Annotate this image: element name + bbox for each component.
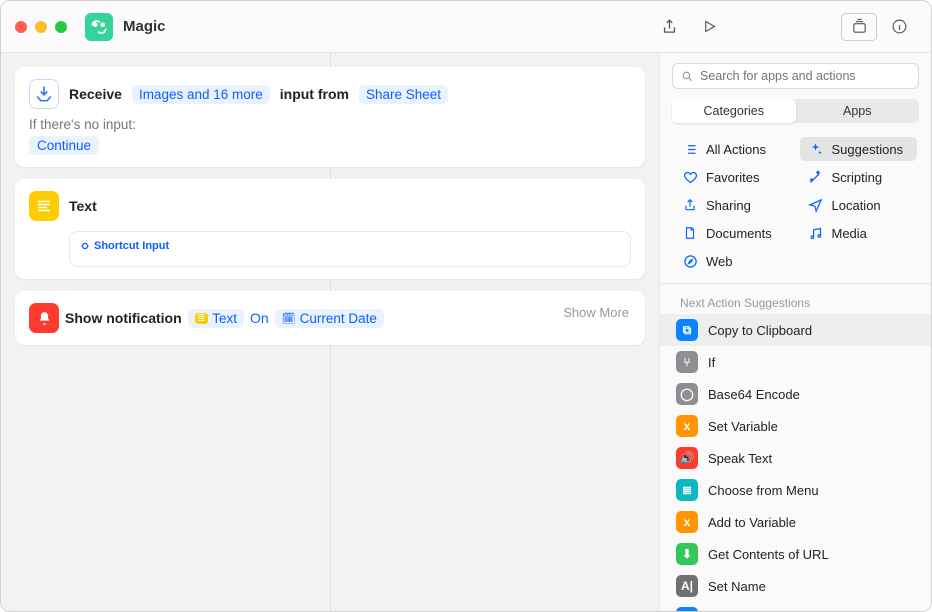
minimize-window-button[interactable]: [35, 21, 47, 33]
safari-icon: [682, 253, 698, 269]
actions-sidebar: Categories Apps All Actions Suggestions Fa…: [659, 53, 931, 611]
heart-icon: [682, 169, 698, 185]
show-notification-action[interactable]: Show More Show notification ≣ Text On �: [15, 291, 645, 345]
search-icon: [681, 70, 694, 83]
suggestion-speak-text[interactable]: 🔊Speak Text: [660, 442, 931, 474]
category-sharing[interactable]: Sharing: [674, 193, 792, 217]
nav-icon: [808, 197, 824, 213]
category-documents[interactable]: Documents: [674, 221, 792, 245]
text-action-title: Text: [69, 198, 97, 214]
suggestions-header: Next Action Suggestions: [660, 284, 931, 314]
library-button[interactable]: [841, 13, 877, 41]
suggestion-base64-encode[interactable]: ◯Base64 Encode: [660, 378, 931, 410]
suggestion-icon: x: [676, 511, 698, 533]
close-window-button[interactable]: [15, 21, 27, 33]
notification-text-token[interactable]: ≣ Text: [188, 309, 244, 328]
input-types-token[interactable]: Images and 16 more: [132, 85, 270, 104]
fullscreen-window-button[interactable]: [55, 21, 67, 33]
doc-icon: [682, 225, 698, 241]
input-source-token[interactable]: Share Sheet: [359, 85, 448, 104]
text-action[interactable]: Text Shortcut Input: [15, 179, 645, 279]
category-media[interactable]: Media: [800, 221, 918, 245]
text-icon: [29, 191, 59, 221]
no-input-action-token[interactable]: Continue: [29, 136, 99, 155]
suggestion-if[interactable]: ⑂If: [660, 346, 931, 378]
search-field[interactable]: [672, 63, 919, 89]
receive-verb: Receive: [69, 86, 122, 102]
run-button[interactable]: [691, 13, 727, 41]
shortcut-title: Magic: [123, 18, 166, 35]
app-window: Magic: [0, 0, 932, 612]
suggestion-icon: x: [676, 415, 698, 437]
input-from-label: input from: [280, 86, 349, 102]
suggestions-list: ⧉Copy to Clipboard⑂If◯Base64 EncodexSet …: [660, 314, 931, 611]
sparkle-icon: [808, 141, 824, 157]
suggestion-add-to-variable[interactable]: xAdd to Variable: [660, 506, 931, 538]
list-icon: [682, 141, 698, 157]
text-field[interactable]: Shortcut Input: [69, 231, 631, 267]
notification-date-token[interactable]: 🗓 Current Date: [275, 309, 384, 328]
notification-title: Show notification: [65, 310, 182, 326]
suggestion-icon: ⬇: [676, 543, 698, 565]
no-input-label: If there's no input:: [29, 117, 631, 132]
music-icon: [808, 225, 824, 241]
share-icon: [682, 197, 698, 213]
category-favorites[interactable]: Favorites: [674, 165, 792, 189]
suggestion-icon: A|: [676, 575, 698, 597]
input-icon: [29, 79, 59, 109]
workflow-editor: Receive Images and 16 more input from Sh…: [1, 53, 659, 611]
window-controls: [15, 21, 67, 33]
sidebar-segmented-control[interactable]: Categories Apps: [672, 99, 919, 123]
category-location[interactable]: Location: [800, 193, 918, 217]
suggestion-set-name[interactable]: A|Set Name: [660, 570, 931, 602]
shortcut-input-variable[interactable]: Shortcut Input: [80, 240, 169, 252]
suggestion-icon: ⬒: [676, 607, 698, 611]
categories-grid: All Actions Suggestions Favorites Scripting…: [660, 131, 931, 284]
suggestion-set-variable[interactable]: xSet Variable: [660, 410, 931, 442]
category-scripting[interactable]: Scripting: [800, 165, 918, 189]
category-all-actions[interactable]: All Actions: [674, 137, 792, 161]
suggestion-copy-to-clipboard[interactable]: ⧉Copy to Clipboard: [660, 314, 931, 346]
suggestion-icon: ⑂: [676, 351, 698, 373]
suggestion-show-alert[interactable]: ⬒Show Alert: [660, 602, 931, 611]
share-button[interactable]: [651, 13, 687, 41]
wand-icon: [808, 169, 824, 185]
info-button[interactable]: [881, 13, 917, 41]
category-suggestions[interactable]: Suggestions: [800, 137, 918, 161]
tab-apps[interactable]: Apps: [796, 99, 920, 123]
category-web[interactable]: Web: [674, 249, 792, 273]
notification-on-token[interactable]: On: [250, 310, 269, 326]
search-input[interactable]: [700, 69, 910, 83]
suggestion-icon: 🔊: [676, 447, 698, 469]
suggestion-choose-from-menu[interactable]: ≣Choose from Menu: [660, 474, 931, 506]
shortcut-icon: [85, 13, 113, 41]
suggestion-icon: ⧉: [676, 319, 698, 341]
tab-categories[interactable]: Categories: [672, 99, 796, 123]
show-more-button[interactable]: Show More: [563, 305, 629, 320]
notification-icon: [29, 303, 59, 333]
receive-input-action[interactable]: Receive Images and 16 more input from Sh…: [15, 67, 645, 167]
suggestion-icon: ≣: [676, 479, 698, 501]
suggestion-get-contents-of-url[interactable]: ⬇Get Contents of URL: [660, 538, 931, 570]
titlebar: Magic: [1, 1, 931, 53]
suggestion-icon: ◯: [676, 383, 698, 405]
